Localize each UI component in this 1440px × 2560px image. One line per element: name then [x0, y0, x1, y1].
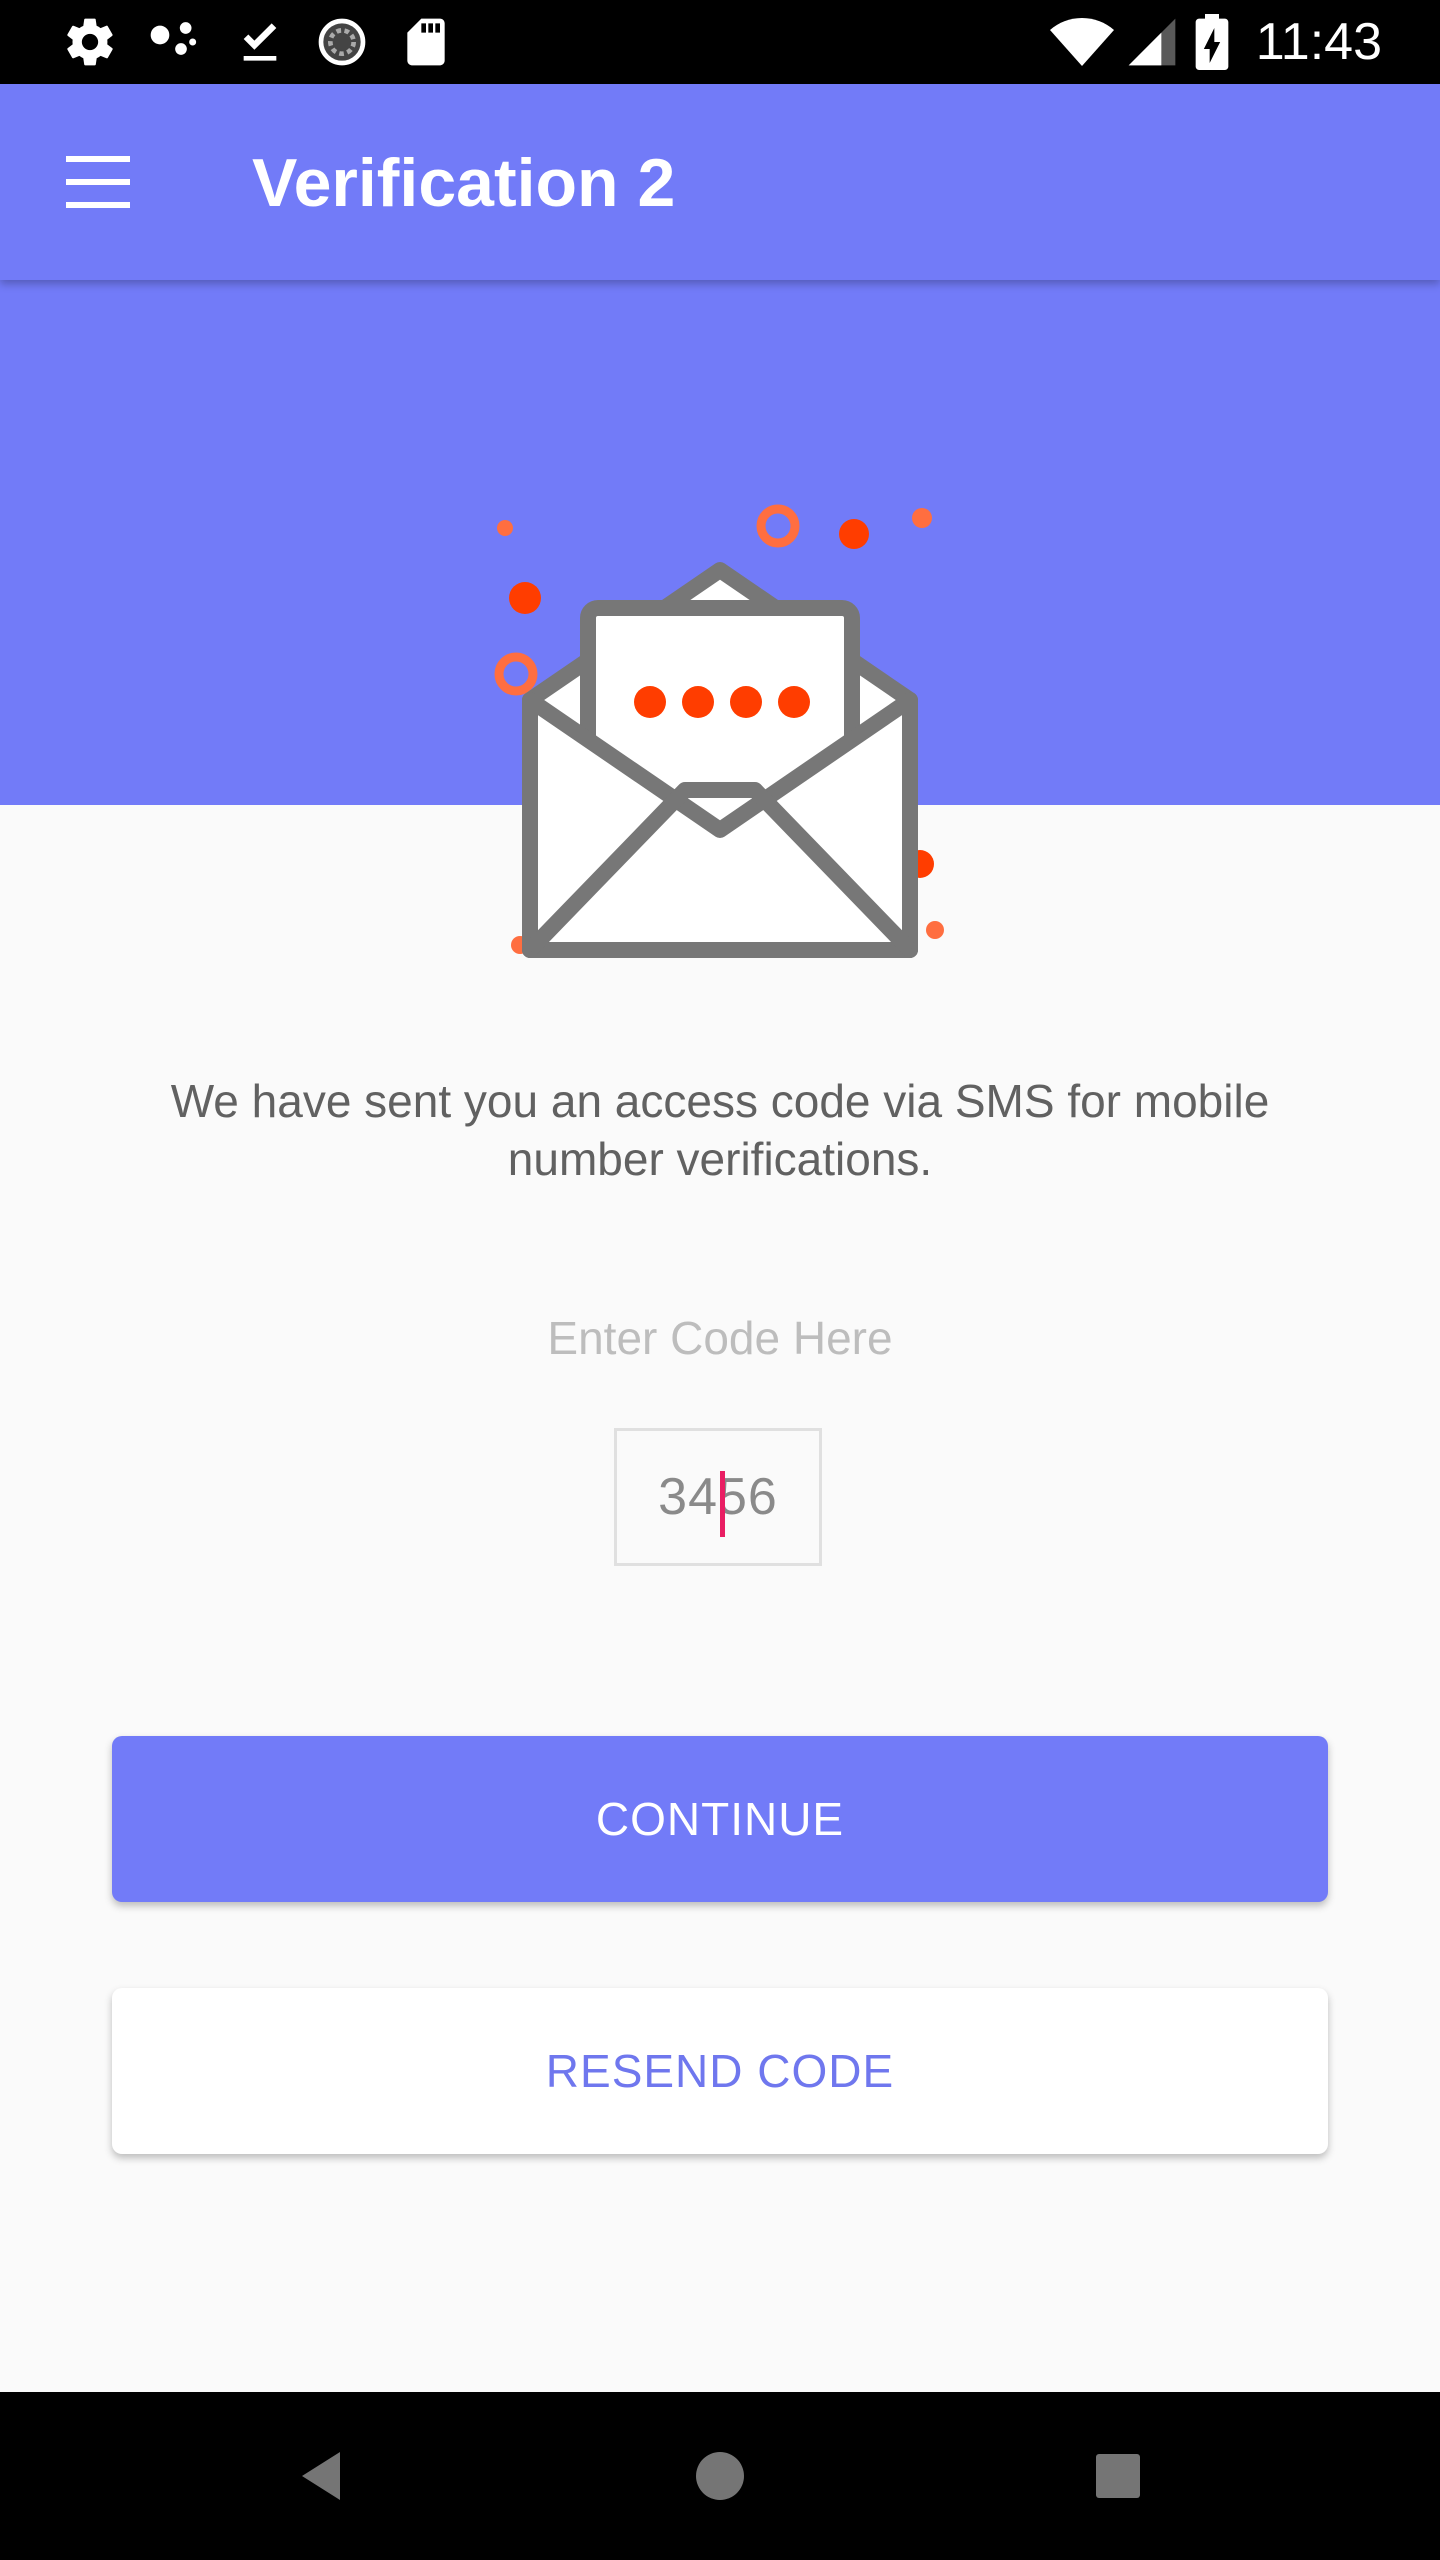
text-caret — [720, 1471, 726, 1537]
resend-code-button[interactable]: RESEND CODE — [112, 1988, 1328, 2154]
signal-icon — [1128, 18, 1176, 66]
navigation-bar — [0, 2392, 1440, 2560]
menu-icon[interactable] — [50, 146, 146, 218]
recents-icon[interactable] — [1078, 2436, 1158, 2516]
code-value: 3456 — [658, 1467, 778, 1537]
home-icon[interactable] — [680, 2436, 760, 2516]
open-envelope-code-icon — [494, 504, 944, 958]
status-time: 11:43 — [1255, 13, 1382, 71]
wifi-icon — [1050, 18, 1114, 66]
code-input[interactable]: 3456 — [614, 1428, 822, 1566]
verification-message: We have sent you an access code via SMS … — [170, 1075, 1270, 1185]
sync-icon — [318, 18, 366, 66]
sd-card-icon — [407, 18, 445, 66]
code-label: Enter Code Here — [547, 1312, 893, 1364]
download-done-icon — [243, 23, 277, 61]
battery-charging-icon — [1195, 14, 1229, 70]
back-icon[interactable] — [282, 2436, 362, 2516]
connections-icon — [150, 22, 197, 55]
settings-icon — [67, 18, 113, 66]
app-bar: Verification 2 — [0, 84, 1440, 280]
page-title: Verification 2 — [252, 145, 676, 221]
continue-button[interactable]: CONTINUE — [112, 1736, 1328, 1902]
status-bar: 11:43 — [0, 0, 1440, 84]
